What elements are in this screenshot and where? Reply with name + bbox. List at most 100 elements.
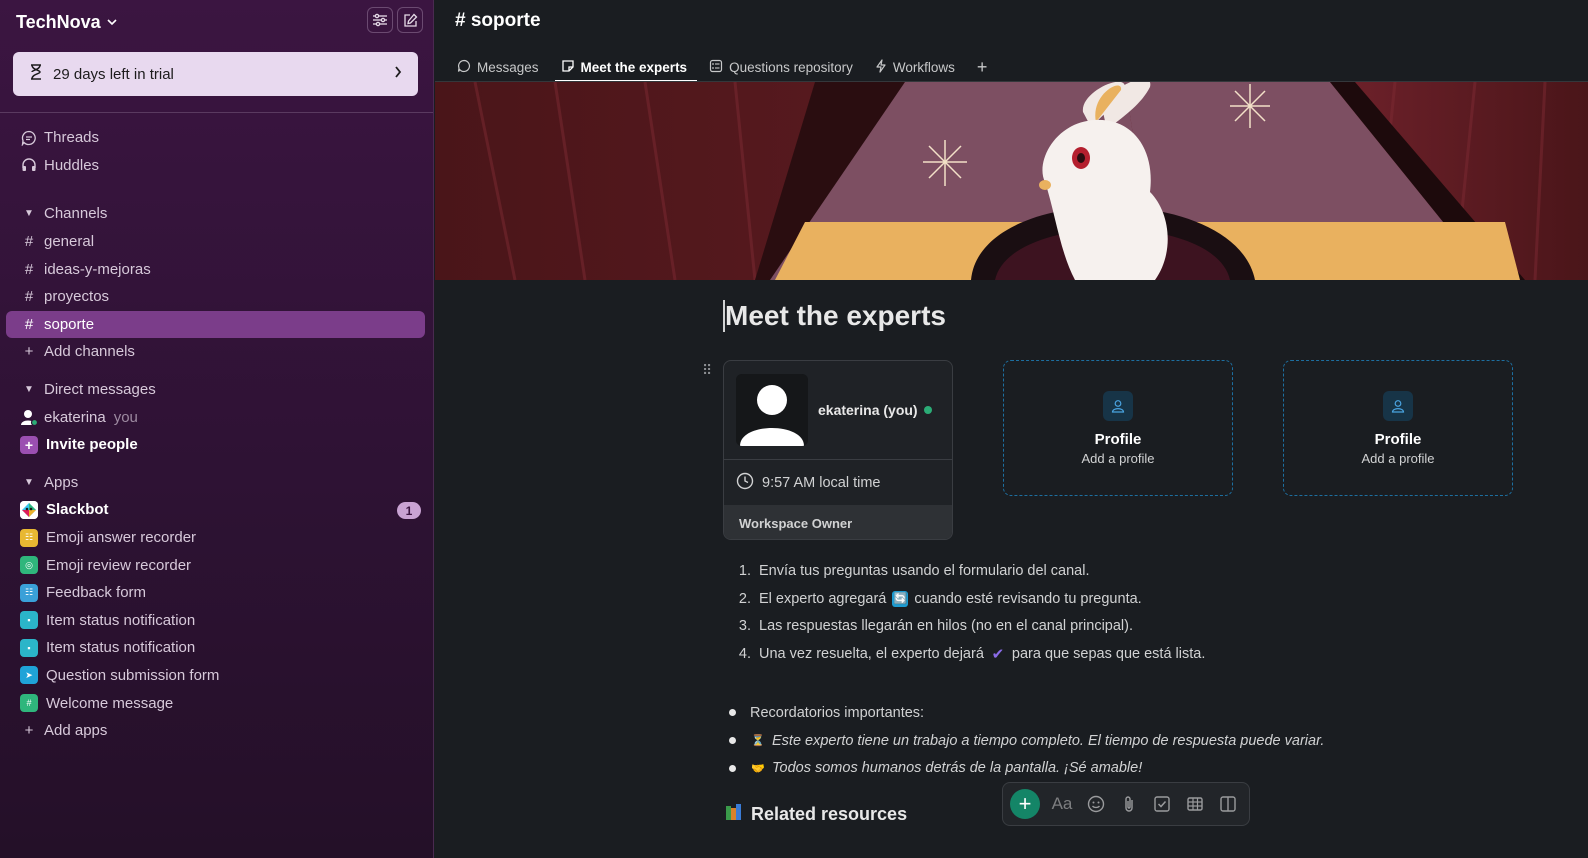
threads-icon (20, 130, 38, 146)
tab-label: Messages (477, 59, 539, 75)
profile-name[interactable]: ekaterina (you) (818, 402, 932, 418)
sidebar-item-item-status-notification-1[interactable]: ▪ Item status notification (6, 607, 425, 635)
tab-workflows[interactable]: Workflows (875, 52, 955, 82)
avatar[interactable] (736, 374, 808, 446)
hash-icon: # (24, 315, 34, 333)
header-actions (367, 7, 423, 33)
columns-icon[interactable] (1216, 792, 1240, 816)
add-profile-title: Profile (1374, 430, 1422, 448)
related-resources-text: Related resources (751, 804, 908, 824)
checklist-icon[interactable] (1150, 792, 1174, 816)
app-name: Item status notification (46, 611, 196, 629)
add-channels-label: Add channels (44, 343, 135, 361)
filter-icon[interactable] (367, 7, 393, 33)
table-icon[interactable] (1183, 792, 1207, 816)
send-icon: ➤ (20, 666, 38, 685)
emoji-icon[interactable] (1084, 792, 1108, 816)
list-item: ⏳ Este experto tiene un trabajo a tiempo… (729, 727, 1324, 755)
section-label: Direct messages (44, 381, 156, 399)
sidebar-item-item-status-notification-2[interactable]: ▪ Item status notification (6, 634, 425, 662)
sidebar-item-dm-ekaterina[interactable]: ekaterina you (6, 403, 425, 431)
unread-badge: 1 (397, 502, 421, 520)
dm-user-name: ekaterina (44, 408, 106, 426)
user-icon (1103, 390, 1133, 421)
caret-down-icon: ▼ (24, 476, 34, 488)
sidebar-item-proyectos[interactable]: # proyectos (6, 283, 425, 311)
hash-icon: # (24, 233, 34, 251)
sidebar-item-label: Threads (44, 129, 100, 147)
caret-down-icon: ▼ (24, 384, 34, 396)
caret-down-icon: ▼ (24, 208, 34, 220)
add-profile-subtitle: Add a profile (1361, 450, 1435, 466)
drag-handle-icon[interactable]: ⠿ (702, 362, 712, 379)
clock-icon (736, 472, 754, 494)
add-profile-card-2[interactable]: Profile Add a profile (1283, 360, 1513, 496)
app-name: Emoji answer recorder (46, 529, 197, 547)
hash-icon: # (24, 260, 34, 278)
add-apps-button[interactable]: + Add apps (6, 717, 425, 745)
chevron-down-icon[interactable] (107, 15, 117, 29)
tab-label: Meet the experts (580, 59, 688, 75)
sidebar-item-feedback-form[interactable]: ☷ Feedback form (6, 579, 425, 607)
list-item: 🤝 Todos somos humanos detrás de la panta… (729, 754, 1324, 782)
sidebar-item-threads[interactable]: Threads (6, 124, 425, 152)
user-icon (1383, 390, 1413, 421)
tab-questions-repository[interactable]: Questions repository (709, 52, 853, 82)
canvas-document: Meet the experts (723, 300, 1543, 332)
sidebar-item-general[interactable]: # general (6, 228, 425, 256)
plus-icon: + (20, 435, 38, 454)
add-tab-button[interactable]: + (977, 52, 988, 82)
check-circle-icon: ◎ (20, 556, 38, 575)
reminder-text: Todos somos humanos detrás de la pantall… (772, 760, 1143, 777)
reminders-list[interactable]: Recordatorios importantes: ⏳ Este expert… (729, 699, 1324, 782)
compose-icon[interactable] (397, 7, 423, 33)
dm-section-header[interactable]: ▼ Direct messages (6, 376, 425, 404)
list-icon (709, 59, 723, 76)
add-profile-card-1[interactable]: Profile Add a profile (1003, 360, 1233, 496)
list-item: 1. Envía tus preguntas usando el formula… (738, 562, 1090, 579)
sidebar-item-emoji-review-recorder[interactable]: ◎ Emoji review recorder (6, 551, 425, 579)
sidebar-item-slackbot[interactable]: Slackbot 1 (6, 496, 425, 524)
add-channels-button[interactable]: + Add channels (6, 338, 425, 366)
message-icon: ▪ (20, 638, 38, 657)
step-text: Envía tus preguntas usando el formulario… (759, 562, 1090, 579)
text-format-button[interactable]: Aa (1049, 792, 1075, 816)
related-resources-heading[interactable]: Related resources (725, 803, 907, 826)
app-name: Feedback form (46, 584, 147, 602)
trial-label: 29 days left in trial (53, 65, 174, 83)
plus-icon: + (24, 722, 34, 740)
sidebar-item-emoji-answer-recorder[interactable]: ☷ Emoji answer recorder (6, 524, 425, 552)
workspace-name[interactable]: TechNova (16, 12, 101, 33)
profile-card[interactable]: ekaterina (you) 9:57 AM local time Works… (723, 360, 953, 540)
message-icon: ▪ (20, 611, 38, 630)
tab-meet-the-experts[interactable]: Meet the experts (554, 52, 697, 82)
app-name: Item status notification (46, 639, 196, 657)
insert-button[interactable]: + (1010, 789, 1040, 819)
steps-list[interactable]: 1. Envía tus preguntas usando el formula… (725, 557, 1205, 668)
hash-icon: # (20, 694, 38, 713)
sidebar-item-welcome-message[interactable]: # Welcome message (6, 689, 425, 717)
channel-title[interactable]: # soporte (455, 10, 541, 32)
handshake-emoji-icon: 🤝 (751, 762, 765, 775)
attachment-icon[interactable] (1117, 792, 1141, 816)
invite-people-button[interactable]: + Invite people (6, 431, 425, 459)
apps-section-header[interactable]: ▼ Apps (6, 469, 425, 497)
trial-banner[interactable]: 29 days left in trial (13, 52, 418, 96)
workspace-header[interactable]: TechNova (16, 7, 423, 34)
sidebar-item-huddles[interactable]: Huddles (6, 152, 425, 180)
channel-name: proyectos (44, 288, 110, 306)
channel-name: ideas-y-mejoras (44, 260, 151, 278)
reminder-text: Este experto tiene un trabajo a tiempo c… (772, 732, 1325, 749)
form-icon: ☷ (20, 583, 38, 602)
formatting-toolbar: + Aa (1002, 782, 1250, 826)
page-title[interactable]: Meet the experts (723, 300, 1543, 332)
section-label: Channels (44, 205, 108, 223)
list-item: 4. Una vez resuelta, el experto dejará ✔… (738, 645, 1206, 663)
channels-section-header[interactable]: ▼ Channels (6, 200, 425, 228)
headphones-icon (20, 157, 38, 173)
sidebar-item-ideas-y-mejoras[interactable]: # ideas-y-mejoras (6, 255, 425, 283)
profile-card-header: ekaterina (you) (724, 361, 952, 459)
sidebar-item-question-submission-form[interactable]: ➤ Question submission form (6, 662, 425, 690)
sidebar-item-soporte[interactable]: # soporte (6, 310, 425, 339)
tab-messages[interactable]: Messages (457, 52, 539, 82)
